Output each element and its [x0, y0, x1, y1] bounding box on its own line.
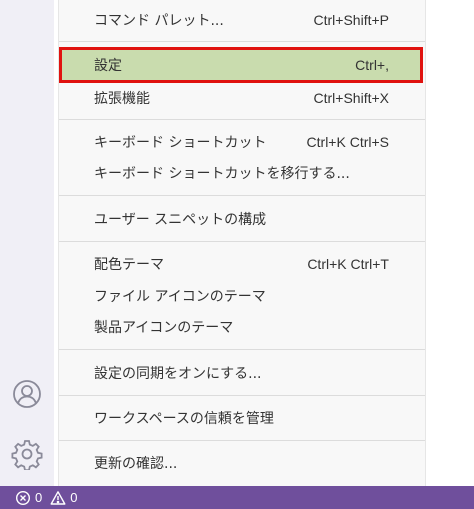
menu-item-label: キーボード ショートカットを移行する... [94, 166, 350, 182]
menu-item-label: ワークスペースの信頼を管理 [94, 411, 274, 427]
menu-item-label: 配色テーマ [94, 257, 164, 273]
menu-item-workspace-trust[interactable]: ワークスペースの信頼を管理 [59, 403, 425, 433]
menu-item-user-snippets[interactable]: ユーザー スニペットの構成 [59, 204, 425, 234]
menu-item-color-theme[interactable]: 配色テーマ Ctrl+K Ctrl+T [59, 249, 425, 279]
menu-item-extensions[interactable]: 拡張機能 Ctrl+Shift+X [59, 83, 425, 113]
menu-separator [59, 241, 425, 242]
manage-menu: コマンド パレット... Ctrl+Shift+P 設定 Ctrl+, 拡張機能… [58, 0, 426, 486]
menu-item-file-icon-theme[interactable]: ファイル アイコンのテーマ [59, 281, 425, 311]
menu-item-product-icon-theme[interactable]: 製品アイコンのテーマ [59, 312, 425, 342]
menu-separator [59, 41, 425, 42]
menu-item-label: 拡張機能 [94, 91, 150, 107]
menu-item-shortcut: Ctrl+K Ctrl+S [306, 134, 389, 150]
menu-item-shortcut: Ctrl+K Ctrl+T [307, 256, 389, 272]
problems-status[interactable]: 0 0 [15, 490, 77, 506]
error-count: 0 [35, 490, 43, 505]
menu-separator [59, 440, 425, 441]
menu-item-command-palette[interactable]: コマンド パレット... Ctrl+Shift+P [59, 5, 425, 35]
manage-gear-icon[interactable] [11, 438, 43, 470]
menu-item-settings[interactable]: 設定 Ctrl+, [59, 47, 423, 83]
menu-item-label: 製品アイコンのテーマ [94, 320, 234, 336]
menu-separator [59, 119, 425, 120]
menu-item-label: ユーザー スニペットの構成 [94, 212, 267, 228]
menu-item-migrate-keyboard-shortcuts[interactable]: キーボード ショートカットを移行する... [59, 158, 425, 188]
menu-item-shortcut: Ctrl+, [355, 57, 389, 73]
menu-separator [59, 195, 425, 196]
error-icon [15, 490, 31, 506]
menu-separator [59, 349, 425, 350]
activity-bar [0, 0, 54, 486]
status-bar: 0 0 [0, 486, 474, 509]
editor-area [426, 0, 474, 486]
menu-item-label: 設定の同期をオンにする... [94, 366, 262, 382]
warning-icon [50, 490, 66, 506]
menu-item-shortcut: Ctrl+Shift+P [313, 12, 389, 28]
menu-item-label: 更新の確認... [94, 456, 178, 472]
menu-item-settings-sync[interactable]: 設定の同期をオンにする... [59, 358, 425, 388]
menu-separator [59, 395, 425, 396]
warning-count: 0 [70, 490, 78, 505]
menu-item-label: コマンド パレット... [94, 13, 224, 29]
menu-item-check-updates[interactable]: 更新の確認... [59, 448, 425, 478]
account-icon[interactable] [11, 378, 43, 410]
menu-item-label: ファイル アイコンのテーマ [94, 289, 266, 305]
menu-item-keyboard-shortcuts[interactable]: キーボード ショートカット Ctrl+K Ctrl+S [59, 127, 425, 157]
menu-item-shortcut: Ctrl+Shift+X [313, 90, 389, 106]
menu-item-label: キーボード ショートカット [94, 135, 267, 151]
menu-item-label: 設定 [94, 58, 122, 74]
